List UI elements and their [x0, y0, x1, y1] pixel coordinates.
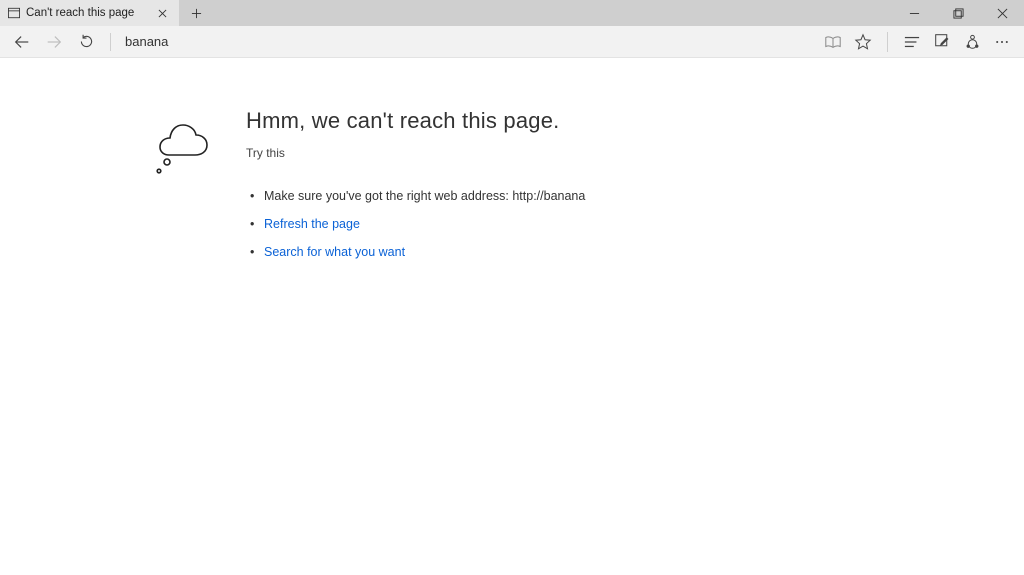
toolbar-separator — [110, 33, 111, 51]
close-window-button[interactable] — [980, 0, 1024, 26]
tip-check-address: Make sure you've got the right web addre… — [246, 182, 585, 210]
minimize-button[interactable] — [892, 0, 936, 26]
page-content: Hmm, we can't reach this page. Try this … — [0, 58, 1024, 266]
tab-close-button[interactable] — [153, 4, 171, 22]
page-icon — [8, 7, 20, 19]
window-controls — [892, 0, 1024, 26]
more-button[interactable] — [988, 28, 1016, 56]
hub-button[interactable] — [898, 28, 926, 56]
reading-view-button[interactable] — [819, 28, 847, 56]
tab-strip: Can't reach this page — [0, 0, 1024, 26]
browser-tab[interactable]: Can't reach this page — [0, 0, 180, 26]
toolbar-separator — [887, 32, 888, 52]
forward-button[interactable] — [40, 28, 68, 56]
maximize-button[interactable] — [936, 0, 980, 26]
error-heading: Hmm, we can't reach this page. — [246, 108, 585, 134]
address-bar[interactable] — [125, 31, 807, 53]
back-button[interactable] — [8, 28, 36, 56]
toolbar — [0, 26, 1024, 58]
refresh-page-link[interactable]: Refresh the page — [264, 217, 360, 231]
share-button[interactable] — [958, 28, 986, 56]
refresh-button[interactable] — [72, 28, 100, 56]
search-link[interactable]: Search for what you want — [264, 245, 405, 259]
favorite-star-button[interactable] — [849, 28, 877, 56]
tab-title: Can't reach this page — [26, 7, 147, 19]
webnote-button[interactable] — [928, 28, 956, 56]
new-tab-button[interactable] — [180, 0, 212, 26]
thought-cloud-icon — [152, 114, 222, 266]
try-this-label: Try this — [246, 146, 585, 160]
